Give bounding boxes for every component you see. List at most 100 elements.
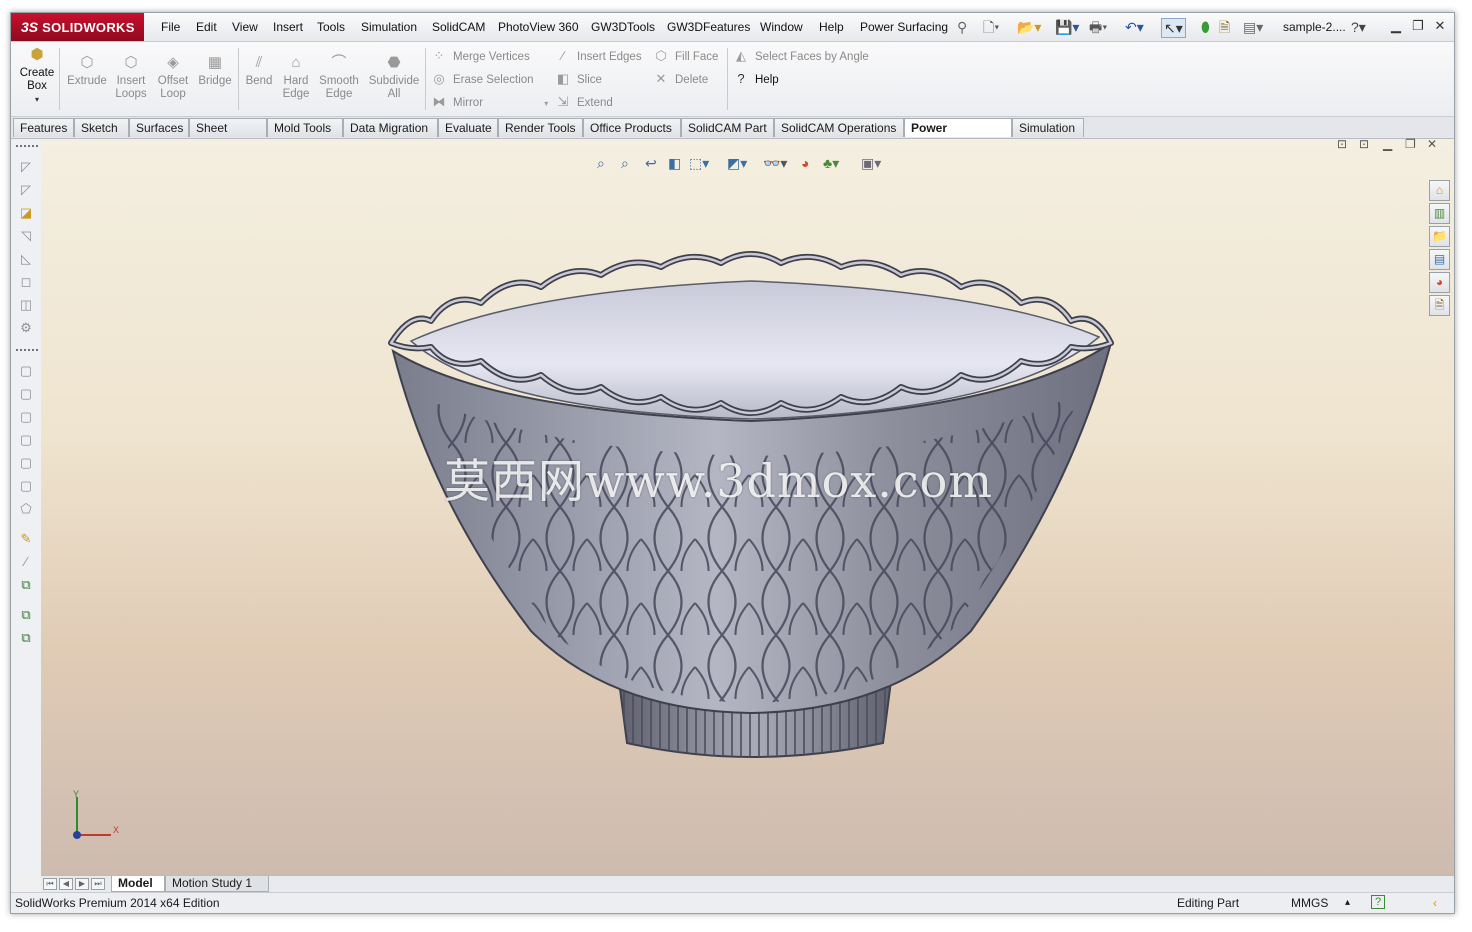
display-style-icon[interactable]: ◩▾ xyxy=(727,153,747,173)
select-pointer-icon[interactable]: ↖▾ xyxy=(1161,18,1186,38)
tab-office-products[interactable]: Office Products xyxy=(583,118,681,137)
open-folder-icon[interactable]: 📂▾ xyxy=(1017,18,1041,36)
help-button[interactable]: ? Help xyxy=(733,70,778,88)
print-icon[interactable]: 🖶▾ xyxy=(1089,18,1107,36)
bowl-model[interactable] xyxy=(371,251,1131,791)
units-arrow-icon[interactable]: ▴ xyxy=(1345,893,1350,913)
tab-model[interactable]: Model xyxy=(111,876,165,892)
bend-button[interactable]: ⫽ Bend xyxy=(241,54,277,88)
subdivide-all-button[interactable]: ⬣ Subdivide All xyxy=(365,54,423,101)
view-settings-icon[interactable]: ▣▾ xyxy=(861,153,881,173)
sketch-tool-icon[interactable]: ⚙ xyxy=(18,320,34,336)
menu-help[interactable]: Help xyxy=(819,13,844,41)
mirror-button[interactable]: ⧓ Mirror ▾ xyxy=(431,93,549,111)
line-tool-icon[interactable]: ∕ xyxy=(18,554,34,570)
collapse-arrow-icon[interactable]: ‹ xyxy=(1433,893,1437,913)
design-library-icon[interactable]: ▥ xyxy=(1429,203,1450,224)
menu-tools[interactable]: Tools xyxy=(317,13,345,41)
viewport-maximize-icon[interactable]: ❐ xyxy=(1405,137,1416,151)
toolbar-grip[interactable] xyxy=(16,145,38,149)
sketch-tool-icon[interactable]: ◸ xyxy=(18,182,34,198)
menu-power-surfacing[interactable]: Power Surfacing xyxy=(860,13,948,41)
tab-power-surfacing[interactable]: Power Surfacing xyxy=(904,118,1012,154)
tab-simulation[interactable]: Simulation xyxy=(1012,118,1084,137)
split-view-icon[interactable]: ⊡ xyxy=(1337,137,1347,151)
assembly-tool-icon[interactable]: ⧉ xyxy=(18,607,34,623)
tab-solidcam-operations[interactable]: SolidCAM Operations xyxy=(774,118,904,137)
close-icon[interactable]: ✕ xyxy=(1431,17,1449,35)
feature-tool-icon[interactable]: ▢ xyxy=(18,432,34,448)
merge-vertices-button[interactable]: ⁘ Merge Vertices xyxy=(431,47,530,65)
view-palette-icon[interactable]: ▤ xyxy=(1429,249,1450,270)
menu-window[interactable]: Window xyxy=(760,13,803,41)
edit-sketch-icon[interactable]: ✎ xyxy=(18,531,34,547)
tab-evaluate[interactable]: Evaluate xyxy=(438,118,498,137)
assembly-tool-icon[interactable]: ⧉ xyxy=(18,577,34,593)
menu-solidcam[interactable]: SolidCAM xyxy=(432,13,485,41)
file-explorer-icon[interactable]: 📁 xyxy=(1429,226,1450,247)
delete-button[interactable]: ✕ Delete xyxy=(653,70,709,88)
apply-scene-icon[interactable]: ♣▾ xyxy=(823,153,839,173)
options-icon[interactable]: ▤▾ xyxy=(1243,18,1263,36)
feature-tool-icon[interactable]: ▢ xyxy=(18,363,34,379)
insert-edges-button[interactable]: ∕ Insert Edges xyxy=(555,47,642,65)
rebuild-icon[interactable]: ⬮ xyxy=(1201,18,1210,36)
home-icon[interactable]: ⌂ xyxy=(1429,180,1450,201)
extend-button[interactable]: ⇲ Extend xyxy=(555,93,613,111)
zoom-to-fit-icon[interactable]: ⌕ xyxy=(597,153,605,173)
file-properties-icon[interactable]: 🗎 xyxy=(1219,18,1230,36)
tab-solidcam-part[interactable]: SolidCAM Part xyxy=(681,118,774,137)
zoom-to-area-icon[interactable]: ⌕ xyxy=(621,153,629,173)
hard-edge-button[interactable]: ⌂ Hard Edge xyxy=(279,54,313,101)
feature-tool-icon[interactable]: ▢ xyxy=(18,409,34,425)
extrude-button[interactable]: ⬡ Extrude xyxy=(65,54,109,88)
hide-show-items-icon[interactable]: 👓▾ xyxy=(763,153,787,173)
sketch-tool-icon[interactable]: ◺ xyxy=(18,251,34,267)
tab-surfaces[interactable]: Surfaces xyxy=(129,118,189,137)
undo-icon[interactable]: ↶▾ xyxy=(1125,18,1144,36)
edit-appearance-icon[interactable]: ◕ xyxy=(801,153,809,173)
tab-sketch[interactable]: Sketch xyxy=(74,118,129,137)
sketch-tool-icon[interactable]: ◫ xyxy=(18,297,34,313)
pin-icon[interactable]: ⚲ xyxy=(957,18,967,36)
tab-features[interactable]: Features xyxy=(13,118,74,137)
tab-motion-study[interactable]: Motion Study 1 xyxy=(165,876,269,892)
save-icon[interactable]: 💾▾ xyxy=(1055,18,1079,36)
tab-sheet-metal[interactable]: Sheet Metal xyxy=(189,118,267,154)
tab-data-migration[interactable]: Data Migration xyxy=(343,118,438,137)
menu-photoview[interactable]: PhotoView 360 xyxy=(498,13,579,41)
menu-file[interactable]: File xyxy=(161,13,180,41)
create-box-dropdown-icon[interactable]: ▾ xyxy=(35,95,39,104)
section-view-icon[interactable]: ◧ xyxy=(668,153,681,173)
graphics-area[interactable]: ⌕ ⌕ ↩ ◧ ⬚▾ ◩▾ 👓▾ ◕ ♣▾ ▣▾ ⊡ ⊡ ▁ ❐ ✕ 莫西网ww… xyxy=(41,137,1454,875)
slice-button[interactable]: ◧ Slice xyxy=(555,70,602,88)
menu-view[interactable]: View xyxy=(232,13,258,41)
appearances-icon[interactable]: ◕ xyxy=(1429,272,1450,293)
menu-simulation[interactable]: Simulation xyxy=(361,13,417,41)
custom-properties-icon[interactable]: 🗎 xyxy=(1429,295,1450,316)
quick-tips-icon[interactable]: ? xyxy=(1371,895,1385,909)
viewport-minimize-icon[interactable]: ▁ xyxy=(1383,137,1392,151)
assembly-tool-icon[interactable]: ⧉ xyxy=(18,630,34,646)
offset-loop-button[interactable]: ◈ Offset Loop xyxy=(154,54,192,101)
bridge-button[interactable]: ▦ Bridge xyxy=(195,54,235,88)
feature-tool-icon[interactable]: ▢ xyxy=(18,478,34,494)
previous-view-icon[interactable]: ↩ xyxy=(645,153,657,173)
first-tab-icon[interactable]: ⏮ xyxy=(43,878,57,890)
sketch-tool-icon[interactable]: ◻ xyxy=(18,274,34,290)
sketch-tool-icon[interactable]: ◪ xyxy=(18,205,34,221)
erase-selection-button[interactable]: ◎ Erase Selection xyxy=(431,70,533,88)
tab-mold-tools[interactable]: Mold Tools xyxy=(267,118,343,137)
feature-tool-icon[interactable]: ⬠ xyxy=(18,501,34,517)
feature-tool-icon[interactable]: ▢ xyxy=(18,455,34,471)
select-faces-by-angle-button[interactable]: ◭ Select Faces by Angle xyxy=(733,47,869,65)
last-tab-icon[interactable]: ⏭ xyxy=(91,878,105,890)
insert-loops-button[interactable]: ⬡ Insert Loops xyxy=(111,54,151,101)
menu-edit[interactable]: Edit xyxy=(196,13,217,41)
split-view-icon[interactable]: ⊡ xyxy=(1359,137,1369,151)
new-document-icon[interactable]: 🗋▾ xyxy=(983,18,999,36)
menu-gw3dtools[interactable]: GW3DTools xyxy=(591,13,655,41)
prev-tab-icon[interactable]: ◀ xyxy=(59,878,73,890)
menu-insert[interactable]: Insert xyxy=(273,13,303,41)
sketch-tool-icon[interactable]: ◹ xyxy=(18,228,34,244)
